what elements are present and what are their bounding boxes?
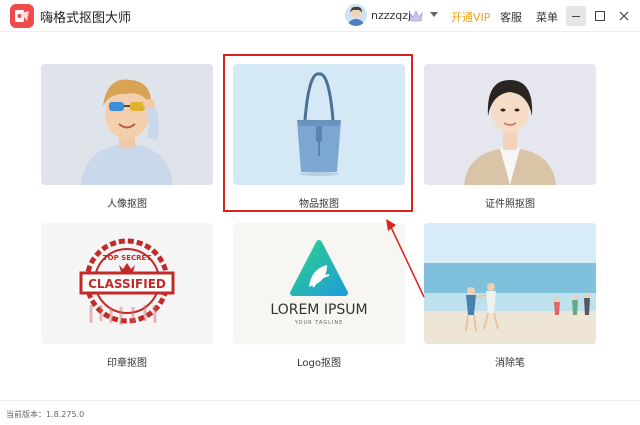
username[interactable]: nzzzqzj bbox=[371, 9, 411, 22]
svg-text:CLASSIFIED: CLASSIFIED bbox=[88, 277, 166, 291]
app-title: 嗨格式抠图大师 bbox=[40, 11, 132, 26]
close-button[interactable] bbox=[614, 6, 634, 26]
classified-stamp-image: TOP SECRET CLASSIFIED bbox=[41, 223, 213, 344]
svg-text:LOREM IPSUM: LOREM IPSUM bbox=[270, 302, 367, 318]
chevron-down-icon[interactable] bbox=[430, 12, 438, 17]
card-label: Logo抠图 bbox=[297, 358, 341, 369]
open-vip-button[interactable]: 开通VIP bbox=[451, 9, 490, 25]
woman-portrait-photo bbox=[424, 64, 596, 185]
highlight-box bbox=[223, 54, 413, 212]
close-icon bbox=[619, 11, 629, 21]
svg-text:TOP SECRET: TOP SECRET bbox=[103, 254, 151, 262]
boy-with-sunglasses-photo bbox=[41, 64, 213, 185]
version-label: 当前版本：1.8.275.0 bbox=[6, 410, 85, 419]
card-label: 证件照抠图 bbox=[485, 199, 535, 210]
vip-level-icon bbox=[408, 8, 424, 27]
menu-button[interactable]: 菜单 bbox=[536, 9, 558, 25]
user-avatar[interactable] bbox=[345, 4, 367, 26]
svg-text:YOUR TAGLINE: YOUR TAGLINE bbox=[294, 320, 343, 326]
customer-service-button[interactable]: 客服 bbox=[500, 9, 522, 25]
annotation-arrow-icon bbox=[386, 219, 425, 298]
app-logo-icon bbox=[10, 4, 34, 28]
beach-people-photo bbox=[424, 223, 596, 344]
title-bar: 嗨格式抠图大师 nzzzqzj 开通VIP 客服 菜单 bbox=[0, 0, 640, 32]
card-label: 印章抠图 bbox=[107, 358, 147, 369]
card-label: 人像抠图 bbox=[107, 199, 147, 210]
card-label: 消除笔 bbox=[495, 358, 525, 369]
status-bar: 当前版本：1.8.275.0 bbox=[0, 400, 640, 425]
maximize-button[interactable] bbox=[590, 6, 610, 26]
minimize-button[interactable] bbox=[566, 6, 586, 26]
